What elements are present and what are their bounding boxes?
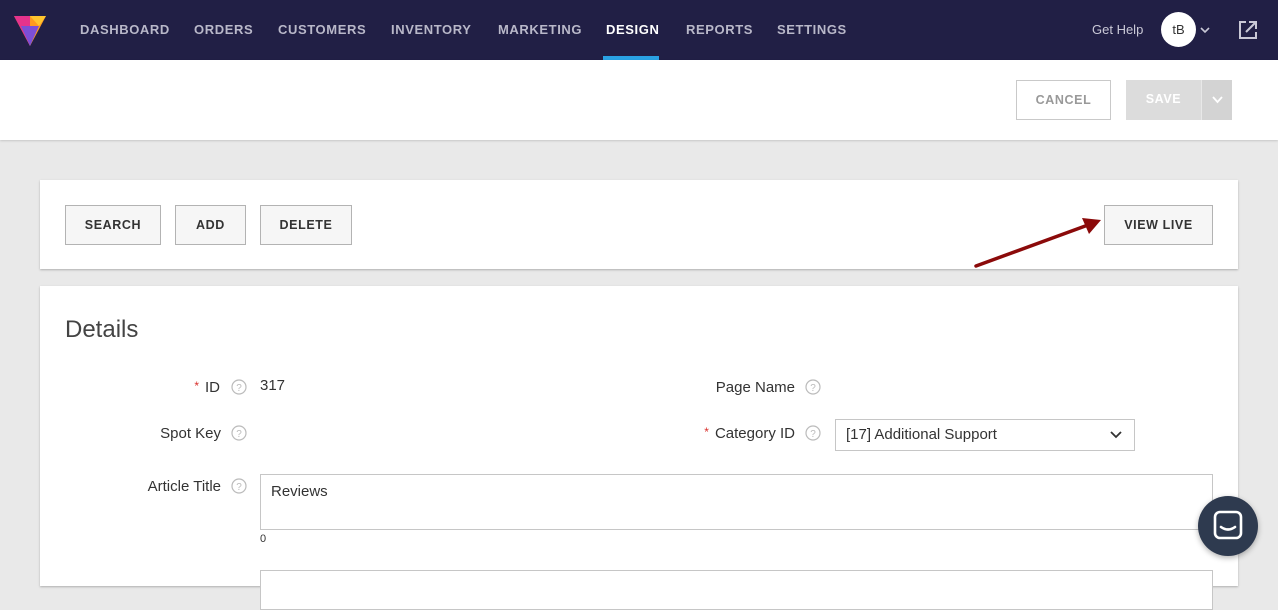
chevron-down-icon: [1212, 96, 1223, 104]
nav-settings[interactable]: SETTINGS: [777, 0, 847, 60]
page-action-bar: CANCEL SAVE: [0, 60, 1278, 140]
help-icon[interactable]: ?: [231, 478, 247, 494]
svg-text:?: ?: [236, 482, 242, 493]
save-options-dropdown[interactable]: [1201, 80, 1232, 120]
svg-text:?: ?: [236, 383, 242, 394]
external-link-icon[interactable]: [1237, 19, 1259, 41]
nav-marketing[interactable]: MARKETING: [498, 0, 582, 60]
help-icon[interactable]: ?: [231, 379, 247, 395]
required-marker: *: [194, 379, 199, 393]
details-card: Details * ID ? 317 Page Name ? Spot Key ?…: [40, 286, 1238, 610]
toolbar-card: SEARCH ADD DELETE VIEW LIVE: [40, 180, 1238, 269]
category-id-selected-value: [17] Additional Support: [846, 426, 997, 443]
id-label-text: ID: [205, 379, 220, 396]
section-title: Details: [65, 316, 139, 343]
page-name-label: Page Name: [715, 379, 795, 396]
id-label: * ID: [140, 379, 220, 396]
search-button[interactable]: SEARCH: [65, 205, 161, 245]
get-help-link[interactable]: Get Help: [1092, 0, 1143, 60]
id-value: 317: [260, 377, 286, 394]
nav-customers[interactable]: CUSTOMERS: [278, 0, 366, 60]
next-field-input[interactable]: [260, 570, 1213, 610]
svg-text:?: ?: [236, 429, 242, 440]
article-title-label: Article Title: [147, 478, 221, 495]
nav-reports[interactable]: REPORTS: [686, 0, 753, 60]
category-id-label-text: Category ID: [714, 425, 795, 442]
help-icon[interactable]: ?: [805, 379, 821, 395]
save-button[interactable]: SAVE: [1126, 80, 1201, 120]
character-count: 0: [260, 533, 267, 545]
nav-dashboard[interactable]: DASHBOARD: [80, 0, 170, 60]
spot-key-label: Spot Key: [160, 425, 221, 442]
cancel-button[interactable]: CANCEL: [1016, 80, 1111, 120]
nav-inventory[interactable]: INVENTORY: [391, 0, 472, 60]
nav-orders[interactable]: ORDERS: [194, 0, 253, 60]
user-avatar[interactable]: tB: [1161, 12, 1196, 47]
svg-text:?: ?: [810, 383, 816, 394]
brand-logo[interactable]: [12, 12, 48, 48]
delete-button[interactable]: DELETE: [260, 205, 352, 245]
chevron-down-icon[interactable]: [1199, 24, 1211, 36]
nav-design[interactable]: DESIGN: [606, 0, 659, 60]
add-button[interactable]: ADD: [175, 205, 246, 245]
help-icon[interactable]: ?: [231, 425, 247, 441]
category-id-label: * Category ID: [640, 425, 795, 442]
top-navigation-bar: DASHBOARD ORDERS CUSTOMERS INVENTORY MAR…: [0, 0, 1278, 60]
article-title-input[interactable]: Reviews: [260, 474, 1213, 530]
chat-icon: [1213, 510, 1243, 540]
chevron-down-icon: [1110, 431, 1122, 439]
help-icon[interactable]: ?: [805, 425, 821, 441]
chat-widget-button[interactable]: [1198, 496, 1258, 556]
category-id-select[interactable]: [17] Additional Support: [835, 419, 1135, 451]
view-live-button[interactable]: VIEW LIVE: [1104, 205, 1213, 245]
svg-text:?: ?: [810, 429, 816, 440]
required-marker: *: [704, 425, 709, 439]
